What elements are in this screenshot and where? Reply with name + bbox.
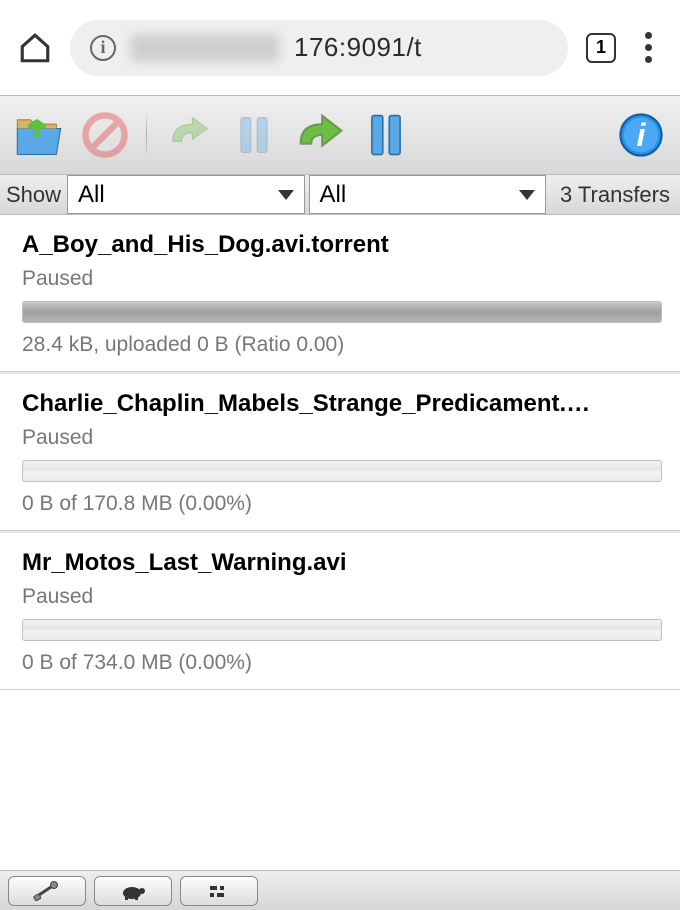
url-obscured bbox=[130, 34, 280, 62]
torrent-row[interactable]: Mr_Motos_Last_Warning.avi Paused 0 B of … bbox=[0, 531, 680, 690]
torrent-status: Paused bbox=[22, 585, 662, 609]
tabs-button[interactable]: 1 bbox=[586, 33, 616, 63]
url-text: 176:9091/t bbox=[294, 32, 422, 63]
open-torrent-button[interactable] bbox=[10, 106, 68, 164]
transfer-count: 3 Transfers bbox=[550, 175, 680, 214]
torrent-list: A_Boy_and_His_Dog.avi.torrent Paused 28.… bbox=[0, 215, 680, 870]
turtle-mode-button[interactable] bbox=[94, 876, 172, 906]
pause-all-button[interactable] bbox=[357, 106, 415, 164]
home-icon[interactable] bbox=[18, 31, 52, 65]
torrent-status: Paused bbox=[22, 426, 662, 450]
filter-bar: Show All All 3 Transfers bbox=[0, 175, 680, 215]
torrent-name: Mr_Motos_Last_Warning.avi bbox=[22, 549, 662, 577]
torrent-progress-bar bbox=[22, 301, 662, 323]
torrent-stats: 0 B of 734.0 MB (0.00%) bbox=[22, 651, 662, 675]
svg-text:i: i bbox=[636, 117, 646, 153]
torrent-progress-bar bbox=[22, 619, 662, 641]
remove-torrent-button[interactable] bbox=[76, 106, 134, 164]
torrent-status: Paused bbox=[22, 267, 662, 291]
torrent-stats: 0 B of 170.8 MB (0.00%) bbox=[22, 492, 662, 516]
torrent-progress-bar bbox=[22, 460, 662, 482]
filter-state-select[interactable]: All bbox=[67, 175, 304, 214]
torrent-name: Charlie_Chaplin_Mabels_Strange_Predicame… bbox=[22, 390, 662, 418]
torrent-row[interactable]: Charlie_Chaplin_Mabels_Strange_Predicame… bbox=[0, 372, 680, 531]
footer-bar bbox=[0, 870, 680, 910]
resume-selected-button[interactable] bbox=[159, 106, 217, 164]
toolbar: i bbox=[0, 95, 680, 175]
browser-menu-icon[interactable] bbox=[634, 32, 662, 63]
url-bar[interactable]: i 176:9091/t bbox=[70, 20, 568, 76]
site-info-icon[interactable]: i bbox=[90, 35, 116, 61]
browser-chrome: i 176:9091/t 1 bbox=[0, 0, 680, 95]
torrent-name: A_Boy_and_His_Dog.avi.torrent bbox=[22, 231, 662, 259]
resume-all-button[interactable] bbox=[291, 106, 349, 164]
filter-label: Show bbox=[0, 175, 67, 214]
filter-tracker-select[interactable]: All bbox=[309, 175, 546, 214]
toolbar-separator bbox=[146, 111, 147, 159]
compact-view-button[interactable] bbox=[180, 876, 258, 906]
torrent-row[interactable]: A_Boy_and_His_Dog.avi.torrent Paused 28.… bbox=[0, 215, 680, 372]
inspector-button[interactable]: i bbox=[612, 106, 670, 164]
settings-button[interactable] bbox=[8, 876, 86, 906]
torrent-stats: 28.4 kB, uploaded 0 B (Ratio 0.00) bbox=[22, 333, 662, 357]
pause-selected-button[interactable] bbox=[225, 106, 283, 164]
